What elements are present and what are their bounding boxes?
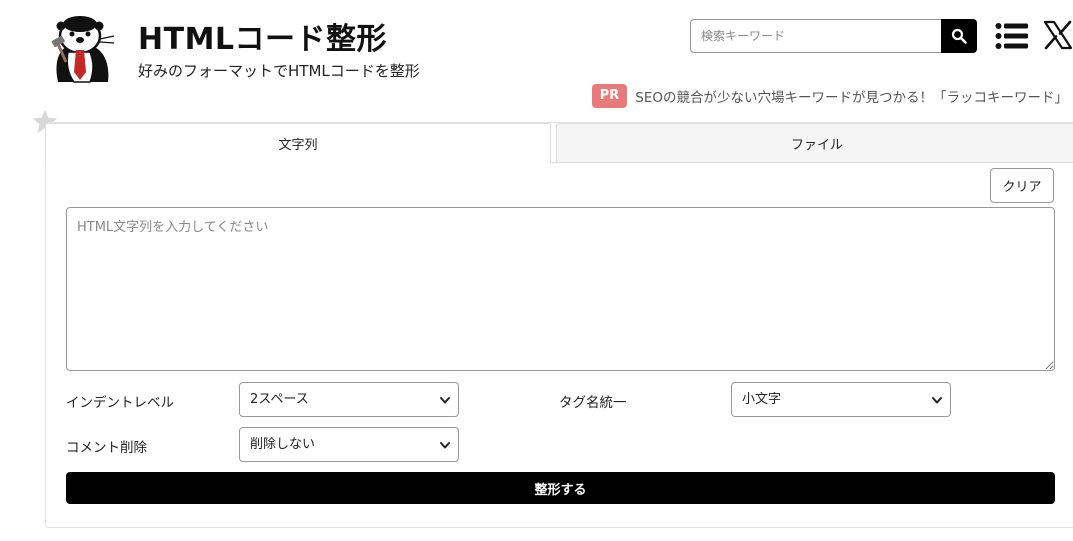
pr-badge: PR	[591, 84, 628, 108]
search-form	[690, 19, 977, 53]
site-title: HTMLコード整形	[138, 22, 388, 57]
tab-string[interactable]: 文字列	[45, 123, 551, 163]
indent-level-select[interactable]: 2スペース	[239, 382, 459, 417]
format-submit-button[interactable]: 整形する	[66, 472, 1055, 504]
search-icon	[951, 28, 967, 44]
list-menu-icon[interactable]	[995, 22, 1028, 50]
site-subtitle: 好みのフォーマットでHTMLコードを整形	[138, 62, 420, 80]
promo-link[interactable]: PR SEOの競合が少ない穴場キーワードが見つかる！「ラッコキーワード」	[591, 84, 1068, 108]
search-input[interactable]	[690, 19, 941, 53]
input-tabs: 文字列 ファイル	[45, 123, 1073, 163]
tag-case-select[interactable]: 小文字	[731, 382, 951, 417]
indent-level-label: インデントレベル	[66, 395, 174, 411]
tag-case-select-wrap: 小文字	[731, 382, 951, 417]
formatter-panel: 文字列 ファイル クリア インデントレベル 2スペース タグ名統一 小文字 コメ…	[45, 122, 1073, 528]
x-icon[interactable]	[1043, 20, 1073, 50]
clear-button[interactable]: クリア	[990, 168, 1054, 203]
indent-level-select-wrap: 2スペース	[239, 382, 459, 417]
comment-removal-select[interactable]: 削除しない	[239, 427, 459, 462]
tab-file[interactable]: ファイル	[556, 123, 1073, 163]
comment-removal-select-wrap: 削除しない	[239, 427, 459, 462]
otter-mascot-logo[interactable]	[44, 12, 118, 86]
search-button[interactable]	[941, 19, 977, 53]
tag-case-label: タグ名統一	[559, 395, 627, 411]
html-input-textarea[interactable]	[66, 207, 1055, 371]
promo-text: SEOの競合が少ない穴場キーワードが見つかる！「ラッコキーワード」	[635, 90, 1068, 106]
comment-removal-label: コメント削除	[66, 440, 147, 456]
tab-divider	[551, 162, 1073, 163]
